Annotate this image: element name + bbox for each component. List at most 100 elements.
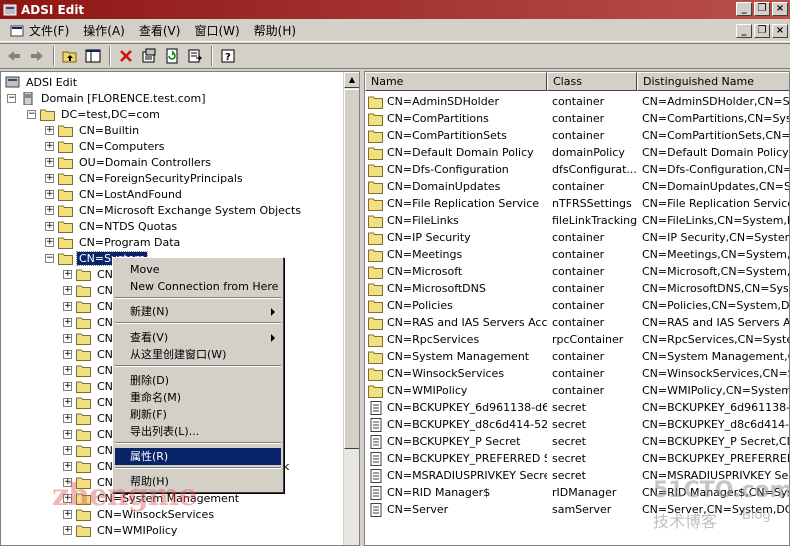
tree-scrollbar[interactable]: ▲ xyxy=(343,72,359,545)
ctx-new-connection[interactable]: New Connection from Here xyxy=(115,278,281,295)
mdi-minimize-button[interactable]: _ xyxy=(736,24,752,38)
expand-icon[interactable]: + xyxy=(45,237,54,247)
ctx-properties[interactable]: 属性(R) xyxy=(115,448,281,465)
list-row[interactable]: CN=WMIPolicy container CN=WMIPolicy,CN=Sys… xyxy=(365,382,789,399)
menu-file[interactable]: 文件(F) xyxy=(2,21,76,41)
list-row[interactable]: CN=Default Domain Policy domainPolicy CN=D… xyxy=(365,144,789,161)
expand-icon[interactable]: + xyxy=(45,125,54,135)
list-row[interactable]: CN=Policies container CN=Policies,CN=Syste… xyxy=(365,297,789,314)
expand-icon[interactable]: + xyxy=(63,445,72,455)
list-row[interactable]: CN=WinsockServices container CN=WinsockSer… xyxy=(365,365,789,382)
close-button[interactable]: × xyxy=(772,2,788,16)
expand-icon[interactable]: + xyxy=(63,461,72,471)
help-button[interactable]: ? xyxy=(217,45,239,67)
list-row[interactable]: CN=BCKUPKEY_P Secret secret CN=BCKUPKEY_P … xyxy=(365,433,789,450)
column-header-name[interactable]: Name xyxy=(365,72,547,91)
expand-icon[interactable]: + xyxy=(45,221,54,231)
expand-icon[interactable]: + xyxy=(45,141,54,151)
scroll-thumb[interactable] xyxy=(344,89,359,449)
expand-icon[interactable]: + xyxy=(63,413,72,423)
expand-icon[interactable]: + xyxy=(63,349,72,359)
list-row[interactable]: CN=ComPartitions container CN=ComPartition… xyxy=(365,110,789,127)
tree-item[interactable]: + CN=LostAndFound xyxy=(45,186,184,202)
up-one-level-button[interactable] xyxy=(59,45,81,67)
delete-button[interactable] xyxy=(115,45,137,67)
collapse-icon[interactable]: − xyxy=(7,93,16,103)
column-header-dn[interactable]: Distinguished Name xyxy=(637,72,789,91)
expand-icon[interactable]: + xyxy=(63,333,72,343)
tree-item[interactable]: + CN=Program Data xyxy=(45,234,182,250)
list-row[interactable]: CN=DomainUpdates container CN=DomainUpdate… xyxy=(365,178,789,195)
menu-help[interactable]: 帮助(H) xyxy=(247,21,303,41)
ctx-rename[interactable]: 重命名(M) xyxy=(115,389,281,406)
restore-button[interactable]: ❐ xyxy=(754,2,770,16)
tree-subitem[interactable]: + CN xyxy=(63,362,115,378)
expand-icon[interactable]: + xyxy=(63,317,72,327)
expand-icon[interactable]: + xyxy=(63,269,72,279)
tree-root[interactable]: ADSI Edit xyxy=(5,74,79,90)
list-pane[interactable]: Name Class Distinguished Name CN=AdminSD… xyxy=(364,71,790,546)
expand-icon[interactable]: + xyxy=(45,205,54,215)
tree-subitem[interactable]: + CN xyxy=(63,314,115,330)
expand-icon[interactable]: + xyxy=(63,381,72,391)
tree-item[interactable]: + CN=Builtin xyxy=(45,122,141,138)
list-row[interactable]: CN=BCKUPKEY_PREFERRED S... secret CN=BCKUP… xyxy=(365,450,789,467)
back-button[interactable] xyxy=(3,45,25,67)
expand-icon[interactable]: + xyxy=(63,525,72,535)
scroll-up-arrow-icon[interactable]: ▲ xyxy=(344,72,359,88)
mdi-close-button[interactable]: × xyxy=(772,24,788,38)
list-row[interactable]: CN=FileLinks fileLinkTracking CN=FileLinks… xyxy=(365,212,789,229)
export-list-button[interactable] xyxy=(184,45,206,67)
column-header-class[interactable]: Class xyxy=(547,72,637,91)
ctx-new-window[interactable]: 从这里创建窗口(W) xyxy=(115,346,281,363)
expand-icon[interactable]: + xyxy=(63,365,72,375)
list-row[interactable]: CN=MicrosoftDNS container CN=MicrosoftDNS,… xyxy=(365,280,789,297)
tree-subitem[interactable]: + CN xyxy=(63,282,115,298)
tree-subitem[interactable]: + CN xyxy=(63,298,115,314)
collapse-icon[interactable]: − xyxy=(45,253,54,263)
ctx-view[interactable]: 查看(V) xyxy=(115,329,281,346)
tree-item[interactable]: + CN=NTDS Quotas xyxy=(45,218,179,234)
properties-button[interactable] xyxy=(138,45,160,67)
tree-subitem[interactable]: + CN xyxy=(63,426,115,442)
show-hide-tree-button[interactable] xyxy=(82,45,104,67)
forward-button[interactable] xyxy=(26,45,48,67)
collapse-icon[interactable]: − xyxy=(27,109,36,119)
ctx-new[interactable]: 新建(N) xyxy=(115,303,281,320)
tree-item[interactable]: + CN=Microsoft Exchange System Objects xyxy=(45,202,303,218)
list-row[interactable]: CN=ComPartitionSets container CN=ComPartit… xyxy=(365,127,789,144)
tree-subitem[interactable]: + CN k xyxy=(63,458,289,474)
list-row[interactable]: CN=File Replication Service nTFRSSettings… xyxy=(365,195,789,212)
mdi-restore-button[interactable]: ❐ xyxy=(754,24,770,38)
ctx-move[interactable]: Move xyxy=(115,261,281,278)
tree-item[interactable]: + CN=ForeignSecurityPrincipals xyxy=(45,170,245,186)
tree-domain[interactable]: − Domain [FLORENCE.test.com] xyxy=(7,90,208,106)
list-row[interactable]: CN=System Management container CN=System M… xyxy=(365,348,789,365)
tree-subitem[interactable]: + CN xyxy=(63,266,115,282)
list-row[interactable]: CN=Dfs-Configuration dfsConfigurat... CN=D… xyxy=(365,161,789,178)
expand-icon[interactable]: + xyxy=(63,429,72,439)
list-row[interactable]: CN=BCKUPKEY_d8c6d414-52... secret CN=BCKUP… xyxy=(365,416,789,433)
ctx-export-list[interactable]: 导出列表(L)... xyxy=(115,423,281,440)
tree-item[interactable]: + OU=Domain Controllers xyxy=(45,154,213,170)
tree-subitem[interactable]: + CN xyxy=(63,378,115,394)
expand-icon[interactable]: + xyxy=(45,157,54,167)
minimize-button[interactable]: _ xyxy=(736,2,752,16)
menu-view[interactable]: 查看(V) xyxy=(132,21,188,41)
list-row[interactable]: CN=ServersamServerCN=Server,CN=System,DC… xyxy=(365,501,789,518)
menu-action[interactable]: 操作(A) xyxy=(76,21,132,41)
list-row[interactable]: CN=IP Security container CN=IP Security,CN… xyxy=(365,229,789,246)
tree-subitem[interactable]: + CN xyxy=(63,442,115,458)
tree-item[interactable]: + CN=Computers xyxy=(45,138,167,154)
expand-icon[interactable]: + xyxy=(63,397,72,407)
tree-subitem[interactable]: + CN=WMIPolicy xyxy=(63,522,179,538)
tree-subitem[interactable]: + CN xyxy=(63,394,115,410)
tree-dc[interactable]: − DC=test,DC=com xyxy=(27,106,162,122)
menu-window[interactable]: 窗口(W) xyxy=(187,21,246,41)
list-row[interactable]: CN=BCKUPKEY_6d961138-d6... secret CN=BCKUP… xyxy=(365,399,789,416)
refresh-button[interactable] xyxy=(161,45,183,67)
list-row[interactable]: CN=RAS and IAS Servers Acc... container CN… xyxy=(365,314,789,331)
ctx-refresh[interactable]: 刷新(F) xyxy=(115,406,281,423)
tree-subitem[interactable]: + CN xyxy=(63,346,115,362)
tree-subitem[interactable]: + CN xyxy=(63,330,115,346)
